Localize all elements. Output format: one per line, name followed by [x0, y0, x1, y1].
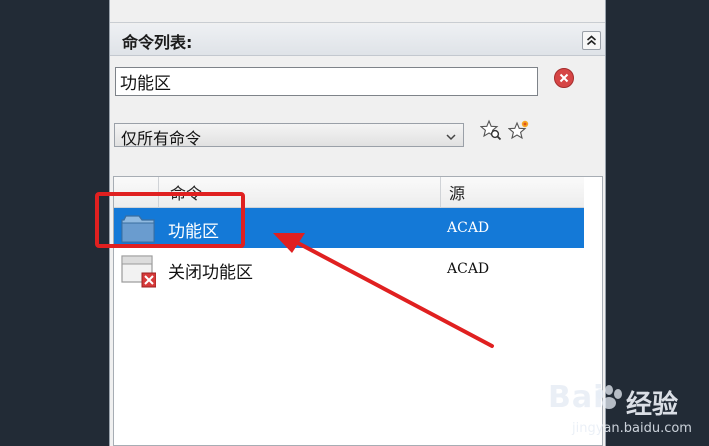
search-input[interactable] [115, 67, 538, 96]
top-strip [110, 0, 605, 23]
chevron-down-icon [445, 126, 457, 147]
collapse-button[interactable] [582, 31, 601, 50]
close-ribbon-icon [120, 252, 157, 288]
command-row-close-ribbon[interactable]: 关闭功能区 ACAD [114, 249, 584, 289]
filter-selected-value: 仅所有命令 [121, 129, 202, 148]
command-source: ACAD [447, 261, 490, 277]
panel-header: 命令列表: [110, 24, 605, 56]
command-name: 关闭功能区 [168, 263, 253, 283]
column-separator [440, 177, 441, 207]
command-filter-dropdown[interactable]: 仅所有命令 [114, 123, 464, 148]
watermark-brand-cn: 经验 [626, 390, 679, 420]
double-chevron-up-icon [586, 35, 597, 46]
command-source: ACAD [447, 220, 490, 236]
find-command-icon[interactable] [479, 119, 502, 141]
close-icon [559, 73, 569, 83]
column-header-source[interactable]: 源 [449, 180, 465, 204]
watermark-brand: Bai [548, 380, 605, 415]
new-command-star-icon[interactable] [507, 119, 530, 141]
highlight-annotation-box [95, 192, 245, 248]
watermark-url: jingyan.baidu.com [572, 421, 692, 436]
panel-title: 命令列表: [122, 33, 193, 52]
clear-search-button[interactable] [554, 68, 574, 88]
